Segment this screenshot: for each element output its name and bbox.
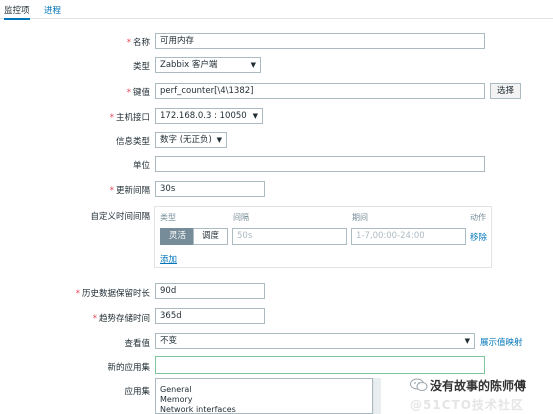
scheduling-toggle[interactable]: 调度 — [193, 228, 229, 245]
info-type-label: 信息类型 — [115, 137, 150, 147]
column-header-action: 动作 — [470, 213, 486, 222]
flexible-toggle[interactable]: 灵活 — [160, 228, 196, 245]
show-value-label: 查看值 — [124, 339, 150, 349]
custom-intervals-table: 类型 间隔 期间 动作 灵活 调度 50s 1-7,00:00-24:00 移除… — [154, 206, 492, 268]
chevron-down-icon: ▼ — [250, 61, 256, 69]
host-interface-label: * 主机接口 — [109, 113, 150, 123]
name-label: * 名称 — [126, 38, 150, 48]
units-input[interactable] — [155, 156, 485, 172]
key-input[interactable]: perf_counter[\4\1382] — [155, 83, 485, 99]
watermark-title: 没有故事的陈师傅 — [430, 379, 527, 393]
chevron-down-icon: ▼ — [464, 337, 470, 345]
trends-input[interactable]: 365d — [155, 308, 265, 324]
type-label: 类型 — [132, 62, 150, 72]
custom-intervals-label: 自定义时间间隔 — [90, 212, 150, 222]
value-mapping-link[interactable]: 展示值映射 — [480, 336, 523, 348]
period-input[interactable]: 1-7,00:00-24:00 — [351, 228, 466, 245]
select-key-button[interactable]: 选择 — [490, 83, 522, 99]
chevron-down-icon: ▼ — [216, 136, 222, 144]
tab-bar: 监控项 进程 — [0, 0, 553, 20]
new-application-label: 新的应用集 — [107, 363, 150, 373]
applications-listbox[interactable]: General Memory Network interfaces — [155, 378, 373, 414]
key-label: * 键值 — [126, 88, 150, 98]
interval-input[interactable]: 50s — [232, 228, 347, 245]
wechat-icon — [410, 378, 428, 391]
column-header-interval: 间隔 — [233, 213, 249, 222]
add-interval-link[interactable]: 添加 — [160, 253, 177, 265]
host-interface-select[interactable]: 172.168.0.3 : 10050 ▼ — [155, 108, 263, 124]
name-input[interactable]: 可用内存 — [155, 33, 485, 49]
trends-label: * 趋势存储时间 — [92, 314, 150, 324]
column-header-period: 期间 — [352, 213, 368, 222]
list-item[interactable]: Memory — [160, 395, 193, 404]
update-interval-input[interactable]: 30s — [155, 181, 265, 197]
type-select[interactable]: Zabbix 客户端 ▼ — [155, 57, 261, 73]
history-input[interactable]: 90d — [155, 283, 265, 299]
applications-label: 应用集 — [124, 387, 150, 397]
units-label: 单位 — [132, 161, 150, 171]
listbox-scrollbar[interactable] — [373, 378, 381, 414]
list-item[interactable]: Network interfaces — [160, 405, 236, 413]
list-item[interactable]: General — [160, 385, 192, 394]
update-interval-label: * 更新间隔 — [109, 186, 150, 196]
new-application-input[interactable] — [155, 356, 485, 374]
column-header-type: 类型 — [160, 213, 176, 222]
info-type-select[interactable]: 数字 (无正负) ▼ — [155, 132, 227, 148]
remove-link[interactable]: 移除 — [470, 231, 487, 243]
watermark-subtitle: @51CTO技术社区 — [410, 398, 524, 412]
show-value-select[interactable]: 不变 ▼ — [155, 333, 475, 349]
tab-processes[interactable]: 进程 — [44, 4, 61, 16]
tab-item[interactable]: 监控项 — [4, 4, 30, 20]
history-label: * 历史数据保留时长 — [75, 289, 150, 299]
watermark: 没有故事的陈师傅 @51CTO技术社区 — [408, 374, 552, 414]
chevron-down-icon: ▼ — [252, 112, 258, 120]
